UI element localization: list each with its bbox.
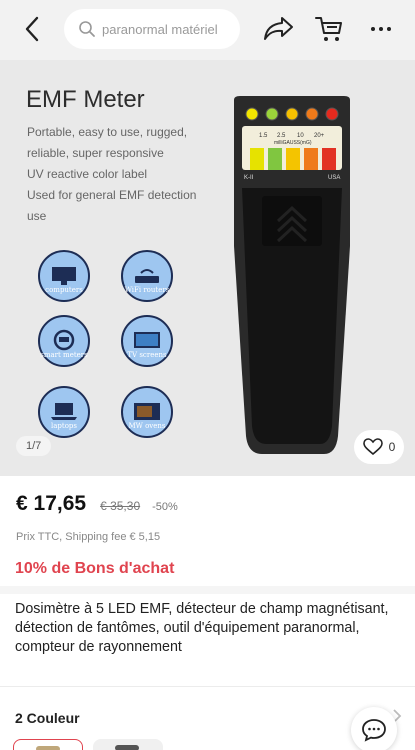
discount-badge: -50% — [152, 501, 178, 513]
laptop-icon: laptops — [38, 386, 90, 438]
image-description-line: use — [27, 209, 47, 223]
top-bar: paranormal matériel — [0, 0, 415, 60]
tv-screen-icon: TV screens — [121, 315, 173, 367]
search-icon — [79, 21, 95, 37]
svg-text:USA: USA — [328, 175, 340, 181]
back-arrow-icon[interactable] — [16, 12, 48, 46]
wifi-router-icon: WiFi routers — [121, 250, 173, 302]
section-divider — [0, 586, 415, 594]
favorite-button[interactable]: 0 — [354, 430, 404, 464]
product-image-gallery[interactable]: EMF Meter Portable, easy to use, rugged,… — [0, 60, 415, 476]
smart-meter-icon: smart meters — [38, 315, 90, 367]
svg-text:20+: 20+ — [314, 133, 325, 139]
section-divider — [0, 686, 415, 687]
search-input[interactable]: paranormal matériel — [64, 9, 240, 49]
svg-text:milliGAUSS(mG): milliGAUSS(mG) — [274, 140, 312, 146]
image-description-line: Portable, easy to use, rugged, — [27, 125, 188, 139]
color-swatch-1[interactable] — [13, 739, 83, 750]
share-icon[interactable] — [262, 14, 296, 44]
svg-text:10: 10 — [297, 133, 304, 139]
svg-text:2.5: 2.5 — [277, 133, 286, 139]
color-variants-label[interactable]: 2 Couleur — [15, 710, 80, 726]
chat-bubble-icon — [362, 719, 386, 742]
computer-icon: computers — [38, 250, 90, 302]
microwave-icon: MW ovens — [121, 386, 173, 438]
image-description-line: UV reactive color label — [27, 167, 148, 181]
image-description-line: Used for general EMF detection — [27, 188, 197, 202]
image-description-line: reliable, super responsive — [27, 146, 164, 160]
heart-icon — [362, 438, 383, 456]
image-title: EMF Meter — [26, 86, 145, 113]
price-row: € 17,65 € 35,30 -50% — [16, 492, 178, 516]
tax-shipping-info: Prix TTC, Shipping fee € 5,15 — [16, 531, 161, 543]
chat-button[interactable] — [351, 707, 397, 750]
product-title: Dosimètre à 5 LED EMF, détecteur de cham… — [15, 601, 389, 655]
cart-icon[interactable] — [313, 13, 345, 45]
emf-meter-image: 1.5 2.5 10 20+ milliGAUSS(mG) K-II USA — [234, 96, 350, 454]
svg-text:K-II: K-II — [244, 175, 254, 181]
favorites-count: 0 — [388, 440, 396, 454]
svg-text:1.5: 1.5 — [259, 133, 268, 139]
color-swatch-2[interactable] — [93, 739, 163, 750]
more-options-icon[interactable] — [366, 14, 396, 44]
search-placeholder: paranormal matériel — [102, 21, 218, 37]
image-counter: 1/7 — [16, 436, 52, 456]
original-price: € 35,30 — [100, 499, 141, 513]
current-price: € 17,65 — [16, 492, 87, 515]
image-description: Portable, easy to use, rugged, reliable,… — [27, 122, 227, 227]
coupon-link[interactable]: 10% de Bons d'achat — [15, 560, 174, 578]
